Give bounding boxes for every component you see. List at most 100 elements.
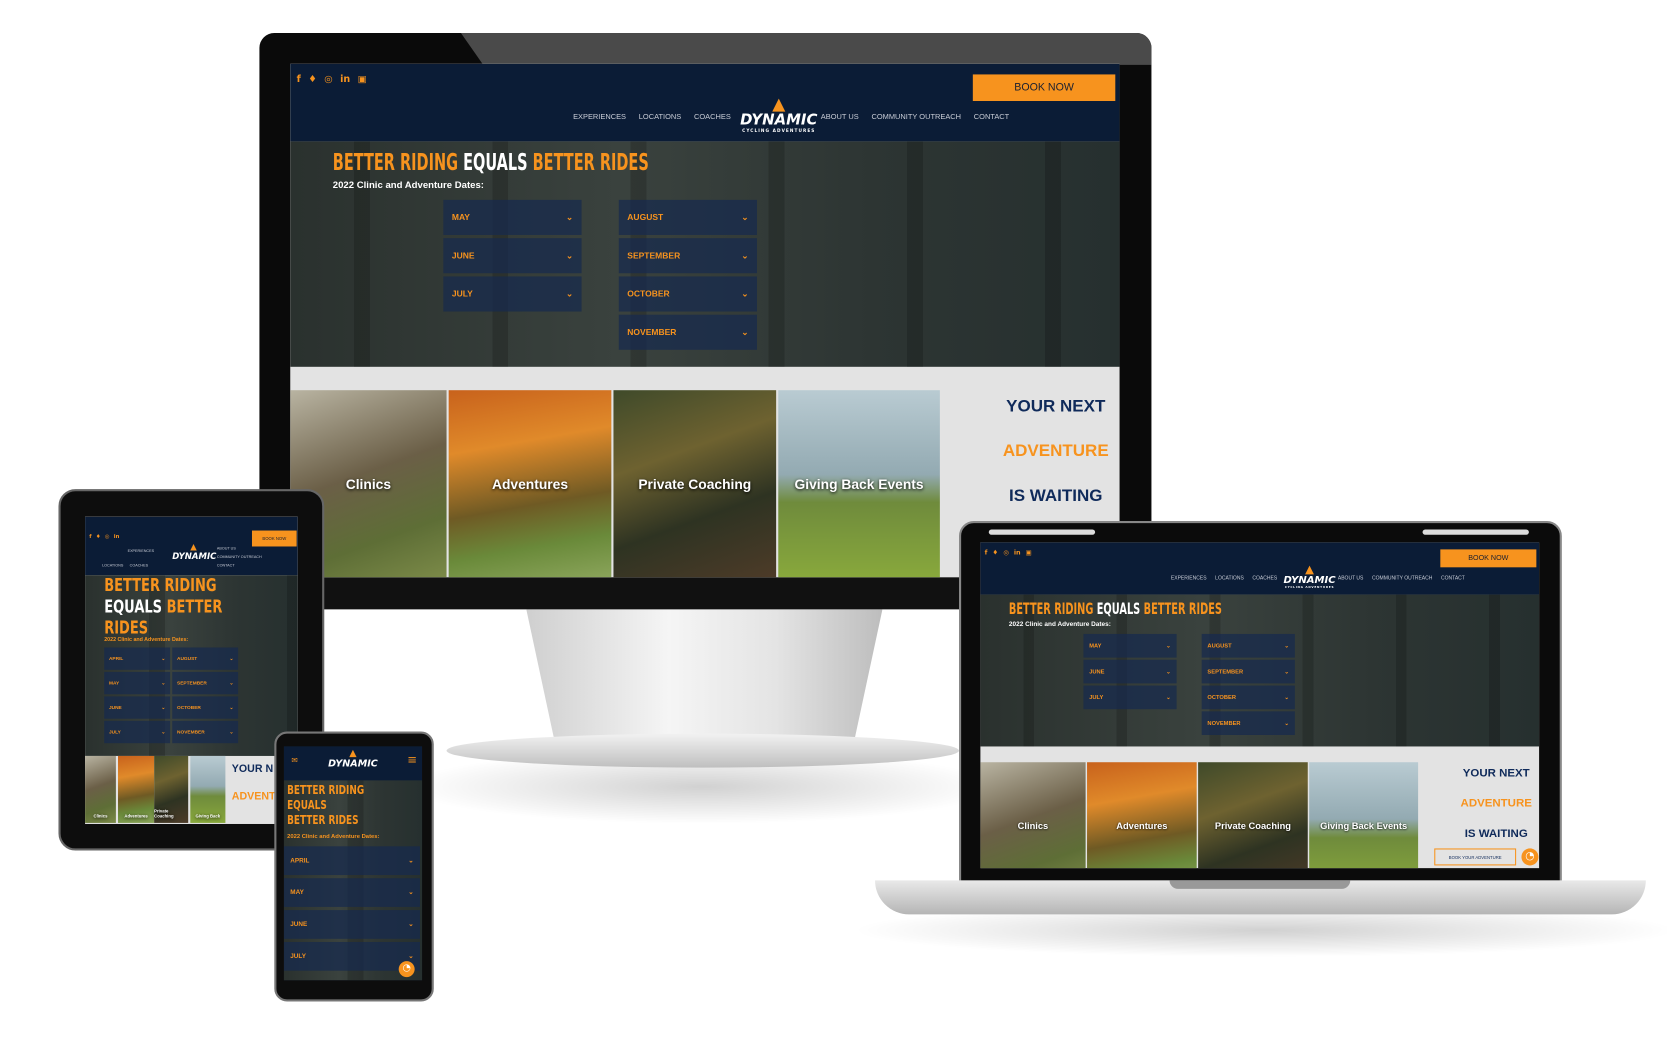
book-your-adventure-button[interactable]: BOOK YOUR ADVENTURE bbox=[1434, 848, 1517, 866]
month-accordion-april[interactable]: APRIL ⌄ bbox=[283, 846, 420, 876]
cyclist-logo-icon: ▲ bbox=[1305, 562, 1314, 576]
chevron-down-icon: ⌄ bbox=[408, 953, 414, 961]
month-accordion-april[interactable]: APRIL ⌄ bbox=[104, 647, 171, 670]
nav-contact[interactable]: CONTACT bbox=[217, 563, 262, 567]
month-accordion-july[interactable]: JULY ⌄ bbox=[1083, 685, 1177, 710]
book-now-button[interactable]: BOOK NOW bbox=[972, 74, 1116, 102]
monitor-stand-base bbox=[446, 733, 960, 768]
store-icon[interactable]: ▣ bbox=[358, 74, 367, 85]
instagram-icon[interactable]: ◎ bbox=[105, 534, 110, 540]
linkedin-icon[interactable]: in bbox=[114, 534, 120, 540]
site-logo[interactable]: ▲ DYNAMIC CYCLING ADVENTURES bbox=[1283, 562, 1337, 589]
month-accordion-june[interactable]: JUNE ⌄ bbox=[443, 238, 582, 274]
linkedin-icon[interactable]: in bbox=[1014, 549, 1021, 556]
nav-community-outreach[interactable]: COMMUNITY OUTREACH bbox=[217, 555, 262, 559]
month-accordion-july[interactable]: JULY ⌄ bbox=[104, 720, 171, 744]
twitter-icon[interactable]: ♦ bbox=[308, 74, 317, 85]
month-accordion-october[interactable]: OCTOBER ⌄ bbox=[618, 276, 757, 312]
month-accordion-october[interactable]: OCTOBER ⌄ bbox=[1201, 685, 1295, 710]
instagram-icon[interactable]: ◎ bbox=[324, 74, 332, 85]
month-label: APRIL bbox=[108, 655, 124, 662]
messenger-icon[interactable]: ◔ bbox=[398, 961, 415, 978]
menu-icon[interactable]: ≡ bbox=[407, 753, 417, 767]
book-now-button[interactable]: BOOK NOW bbox=[1440, 549, 1537, 568]
month-accordion-may[interactable]: MAY ⌄ bbox=[1083, 633, 1177, 658]
month-accordion-november[interactable]: NOVEMBER ⌄ bbox=[172, 720, 239, 744]
month-accordion-september[interactable]: SEPTEMBER ⌄ bbox=[1201, 659, 1295, 684]
month-label: AUGUST bbox=[1207, 642, 1232, 650]
month-label: MAY bbox=[290, 889, 304, 896]
chevron-down-icon: ⌄ bbox=[565, 289, 574, 299]
nav-contact[interactable]: CONTACT bbox=[1441, 576, 1465, 581]
nav-locations[interactable]: LOCATIONS bbox=[1215, 576, 1244, 581]
month-accordion-october[interactable]: OCTOBER ⌄ bbox=[172, 696, 239, 719]
site-logo[interactable]: ▲ DYNAMIC CYCLING ADVENTURES bbox=[739, 95, 819, 133]
month-accordion-september[interactable]: SEPTEMBER ⌄ bbox=[618, 238, 757, 274]
experience-card-adventures[interactable]: Adventures bbox=[448, 390, 612, 578]
month-accordion-june[interactable]: JUNE ⌄ bbox=[1083, 659, 1177, 684]
month-label: JULY bbox=[108, 729, 121, 735]
experience-card-private-coaching[interactable]: Private Coaching bbox=[154, 755, 189, 823]
nav-coaches[interactable]: COACHES bbox=[694, 114, 731, 121]
month-accordion-august[interactable]: AUGUST ⌄ bbox=[1201, 633, 1295, 658]
nav-community-outreach[interactable]: COMMUNITY OUTREACH bbox=[871, 114, 961, 121]
nav-experiences[interactable]: EXPERIENCES bbox=[573, 114, 626, 121]
twitter-icon[interactable]: ♦ bbox=[992, 549, 998, 556]
experience-card-private-coaching[interactable]: Private Coaching bbox=[1198, 762, 1308, 869]
book-now-button[interactable]: BOOK NOW bbox=[251, 530, 297, 547]
nav-contact[interactable]: CONTACT bbox=[974, 114, 1009, 121]
month-accordion-august[interactable]: AUGUST ⌄ bbox=[172, 647, 239, 670]
nav-coaches[interactable]: COACHES bbox=[1252, 576, 1277, 581]
experience-card-clinics[interactable]: Clinics bbox=[980, 762, 1086, 869]
nav-community-outreach[interactable]: COMMUNITY OUTREACH bbox=[1372, 576, 1432, 581]
store-icon[interactable]: ▣ bbox=[1026, 549, 1032, 556]
experience-card-private-coaching[interactable]: Private Coaching bbox=[613, 390, 777, 578]
month-accordion-july[interactable]: JULY ⌄ bbox=[443, 276, 582, 312]
nav-locations[interactable]: LOCATIONS bbox=[102, 563, 123, 567]
nav-about-us[interactable]: ABOUT US bbox=[217, 546, 262, 550]
instagram-icon[interactable]: ◎ bbox=[1003, 549, 1009, 556]
month-accordion-september[interactable]: SEPTEMBER ⌄ bbox=[172, 671, 239, 695]
logo-subtext: CYCLING ADVENTURES bbox=[1284, 585, 1335, 589]
twitter-icon[interactable]: ♦ bbox=[96, 534, 101, 540]
site-logo[interactable]: ▲ DYNAMIC bbox=[172, 543, 216, 562]
month-accordion-november[interactable]: NOVEMBER ⌄ bbox=[618, 314, 757, 350]
facebook-icon[interactable]: f bbox=[89, 534, 91, 540]
experience-card-giving-back-events[interactable]: Giving Back Events bbox=[1309, 762, 1419, 869]
month-accordion-november[interactable]: NOVEMBER ⌄ bbox=[1201, 711, 1295, 735]
site-header: ✉ ▲ DYNAMIC ≡ bbox=[283, 746, 423, 781]
cta-text: YOUR NEXT ADVENTURE IS WAITING bbox=[1453, 767, 1539, 840]
experience-card-adventures[interactable]: Adventures bbox=[118, 755, 155, 823]
experience-card-giving-back[interactable]: Giving Back bbox=[190, 755, 226, 823]
facebook-icon[interactable]: f bbox=[297, 74, 301, 85]
experience-card-adventures[interactable]: Adventures bbox=[1087, 762, 1197, 869]
month-accordion-august[interactable]: AUGUST ⌄ bbox=[618, 199, 757, 235]
chevron-down-icon: ⌄ bbox=[229, 704, 234, 710]
chevron-down-icon: ⌄ bbox=[408, 858, 414, 865]
facebook-icon[interactable]: f bbox=[985, 549, 988, 556]
chevron-down-icon: ⌄ bbox=[161, 704, 166, 710]
month-accordion-may[interactable]: MAY ⌄ bbox=[443, 199, 582, 235]
nav-about-us[interactable]: ABOUT US bbox=[1338, 576, 1364, 581]
main-nav-left: EXPERIENCES LOCATIONS COACHES bbox=[1171, 576, 1277, 581]
month-accordion-may[interactable]: MAY ⌄ bbox=[104, 671, 171, 695]
month-accordion-may[interactable]: MAY ⌄ bbox=[283, 878, 420, 907]
chevron-down-icon: ⌄ bbox=[1166, 642, 1171, 650]
chevron-down-icon: ⌄ bbox=[229, 655, 234, 661]
mail-icon[interactable]: ✉ bbox=[291, 756, 297, 765]
chevron-down-icon: ⌄ bbox=[161, 728, 166, 735]
chevron-down-icon: ⌄ bbox=[161, 655, 166, 661]
month-accordion-june[interactable]: JUNE ⌄ bbox=[104, 696, 171, 719]
experience-card-giving-back-events[interactable]: Giving Back Events bbox=[778, 390, 940, 578]
month-accordion-june[interactable]: JUNE ⌄ bbox=[283, 910, 420, 939]
experience-card-clinics[interactable]: Clinics bbox=[85, 755, 116, 823]
month-label: SEPTEMBER bbox=[177, 680, 207, 686]
logo-text: DYNAMIC bbox=[740, 111, 818, 129]
messenger-icon[interactable]: ◔ bbox=[1521, 848, 1539, 866]
site-logo[interactable]: ▲ DYNAMIC bbox=[326, 749, 379, 770]
linkedin-icon[interactable]: in bbox=[340, 74, 350, 85]
nav-about-us[interactable]: ABOUT US bbox=[821, 114, 859, 121]
nav-locations[interactable]: LOCATIONS bbox=[639, 114, 681, 121]
nav-coaches[interactable]: COACHES bbox=[130, 563, 148, 567]
nav-experiences[interactable]: EXPERIENCES bbox=[1171, 576, 1207, 581]
